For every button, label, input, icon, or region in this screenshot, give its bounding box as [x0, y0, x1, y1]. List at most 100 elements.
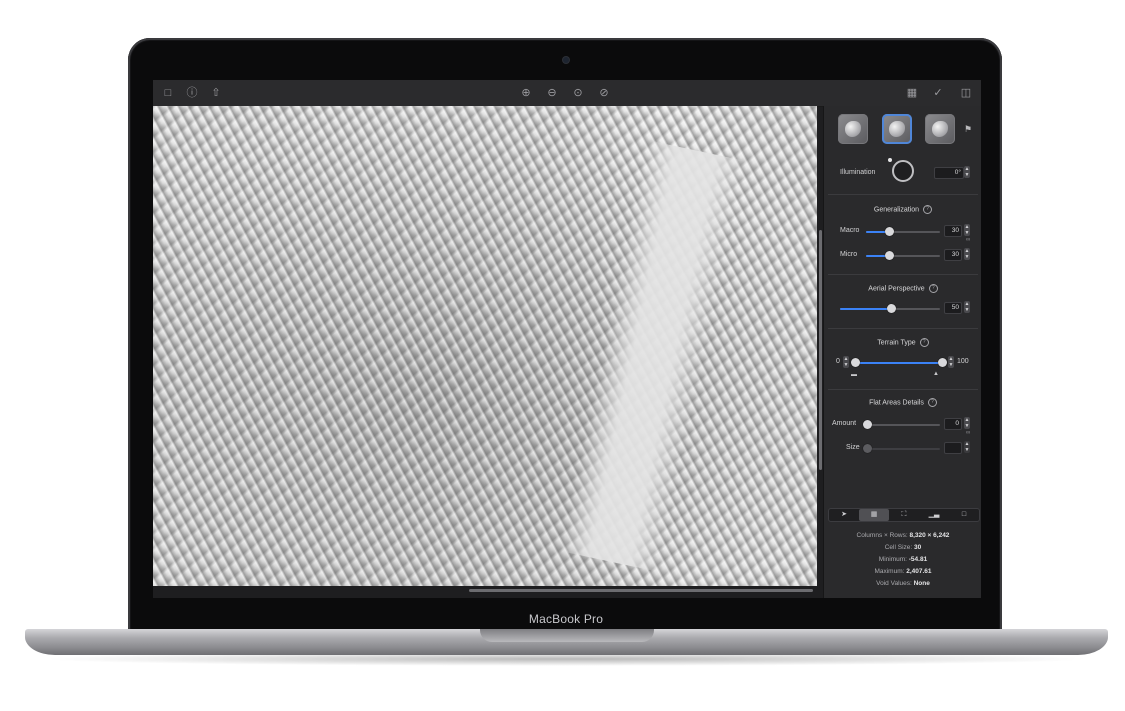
help-icon[interactable]: ?	[919, 338, 929, 347]
illumination-label: Illumination	[840, 169, 876, 176]
terrain-max-stepper[interactable]: ▲ ▼	[948, 356, 954, 368]
preset-3-button[interactable]	[925, 114, 955, 144]
tool-segmented-control: ➤ ▦ ⛶ ▁▃ □	[828, 508, 980, 522]
sidebar-icon[interactable]: ◫	[959, 86, 973, 100]
divider	[828, 389, 978, 390]
amount-value[interactable]: 0	[944, 418, 962, 430]
maximum-value: 2,407.61	[906, 568, 932, 575]
amount-slider[interactable]	[866, 424, 940, 426]
size-value[interactable]	[944, 442, 962, 454]
minimum-row: Minimum: -54.81	[824, 554, 981, 566]
minimum-label: Minimum:	[878, 556, 907, 563]
size-stepper[interactable]: ▲ ▼	[964, 441, 970, 453]
toolbar: □ ⓘ ⇧ ⊕ ⊖ ⊙ ⊘ ▦ ✓ ◫	[153, 80, 981, 107]
macro-stepper[interactable]: ▲ ▼	[964, 224, 970, 236]
bookmark-icon[interactable]: ⚑	[964, 124, 972, 134]
terrain-icon	[889, 121, 905, 137]
illumination-dial-dot	[888, 158, 892, 162]
columns-rows-value: 8,320 × 6,242	[909, 532, 950, 539]
share-icon[interactable]: ⇧	[209, 86, 223, 100]
map-valley	[560, 140, 746, 572]
columns-rows-row: Columns × Rows: 8,320 × 6,242	[824, 530, 981, 542]
terrain-type-title-text: Terrain Type	[877, 339, 916, 347]
columns-rows-label: Columns × Rows:	[856, 532, 908, 539]
zoom-in-icon[interactable]: ⊕	[519, 86, 533, 100]
micro-label: Micro	[840, 251, 858, 258]
aerial-perspective-value[interactable]: 50	[944, 302, 962, 314]
size-label: Size	[846, 444, 860, 451]
preset-1-button[interactable]	[838, 114, 868, 144]
macro-value[interactable]: 30	[944, 225, 962, 237]
file-icon[interactable]: □	[949, 509, 979, 521]
preset-2-button[interactable]	[882, 114, 912, 144]
flat-terrain-icon: ▬	[851, 372, 857, 378]
raster-info: Columns × Rows: 8,320 × 6,242 Cell Size:…	[824, 530, 981, 590]
help-icon[interactable]: ?	[923, 205, 933, 214]
help-icon[interactable]: ?	[927, 398, 937, 407]
terrain-type-title: Terrain Type?	[824, 338, 981, 347]
macro-label: Macro	[840, 227, 860, 234]
document-icon[interactable]: □	[161, 86, 175, 100]
laptop-notch	[480, 629, 654, 642]
minimum-value: -54.81	[908, 556, 928, 563]
vertical-scrollbar[interactable]	[819, 230, 822, 470]
micro-stepper[interactable]: ▲ ▼	[964, 248, 970, 260]
illumination-value[interactable]: 0°	[934, 167, 964, 179]
link-icon[interactable]: ∞	[966, 237, 970, 243]
relief-map-canvas[interactable]	[153, 106, 817, 586]
inspector-panel: ⚑ Illumination 0° ▲ ▼ Generalization? Mac…	[823, 106, 981, 598]
size-slider-knob[interactable]	[863, 444, 872, 453]
grid-icon[interactable]: ▦	[859, 509, 889, 521]
camera-icon	[563, 57, 569, 63]
terrain-type-slider-fill	[854, 362, 944, 364]
micro-slider-knob[interactable]	[885, 251, 894, 260]
flat-areas-title-text: Flat Areas Details	[869, 399, 924, 407]
terrain-icon	[845, 121, 861, 137]
maximum-row: Maximum: 2,407.61	[824, 566, 981, 578]
horizontal-scrollbar[interactable]	[469, 589, 813, 592]
terrain-icon	[932, 121, 948, 137]
aerial-perspective-title-text: Aerial Perspective	[868, 285, 925, 293]
aerial-perspective-slider-knob[interactable]	[887, 304, 896, 313]
terrain-type-max: 100	[957, 358, 969, 365]
flat-areas-title: Flat Areas Details?	[824, 398, 981, 407]
app-window: □ ⓘ ⇧ ⊕ ⊖ ⊙ ⊘ ▦ ✓ ◫ ⚑ Illumination 0° ▲ ▼…	[153, 80, 981, 598]
zoom-fit-icon[interactable]: ⊙	[571, 86, 585, 100]
amount-slider-knob[interactable]	[863, 420, 872, 429]
void-values-label: Void Values:	[876, 580, 912, 587]
micro-value[interactable]: 30	[944, 249, 962, 261]
zoom-actual-icon[interactable]: ⊘	[597, 86, 611, 100]
illumination-dial[interactable]	[892, 160, 914, 182]
void-values-value: None	[913, 580, 930, 587]
amount-stepper[interactable]: ▲ ▼	[964, 417, 970, 429]
zoom-out-icon[interactable]: ⊖	[545, 86, 559, 100]
terrain-type-high-knob[interactable]	[938, 358, 947, 367]
crop-icon[interactable]: ⛶	[889, 509, 919, 521]
generalization-title-text: Generalization	[873, 206, 920, 214]
amount-label: Amount	[832, 420, 857, 427]
aerial-perspective-title: Aerial Perspective?	[824, 284, 981, 293]
info-icon[interactable]: ⓘ	[185, 86, 199, 100]
cell-size-value: 30	[914, 544, 922, 551]
terrain-type-low-knob[interactable]	[851, 358, 860, 367]
macro-slider-knob[interactable]	[885, 227, 894, 236]
cell-size-row: Cell Size: 30	[824, 542, 981, 554]
divider	[828, 274, 978, 275]
help-icon[interactable]: ?	[928, 284, 938, 293]
size-slider[interactable]	[866, 448, 940, 450]
pointer-icon[interactable]: ➤	[829, 509, 859, 521]
histogram-icon[interactable]: ▁▃	[919, 509, 949, 521]
divider	[828, 328, 978, 329]
mountain-icon: ▲	[933, 371, 939, 377]
illumination-stepper[interactable]: ▲ ▼	[964, 166, 970, 178]
generalization-title: Generalization?	[824, 205, 981, 214]
link-icon[interactable]: ∞	[966, 430, 970, 436]
map-icon[interactable]: ▦	[905, 86, 919, 100]
void-values-row: Void Values: None	[824, 578, 981, 590]
aerial-perspective-stepper[interactable]: ▲ ▼	[964, 301, 970, 313]
cell-size-label: Cell Size:	[884, 544, 913, 551]
check-icon[interactable]: ✓	[931, 86, 945, 100]
maximum-label: Maximum:	[874, 568, 905, 575]
device-label: MacBook Pro	[528, 612, 604, 626]
terrain-min-stepper[interactable]: ▲ ▼	[843, 356, 849, 368]
